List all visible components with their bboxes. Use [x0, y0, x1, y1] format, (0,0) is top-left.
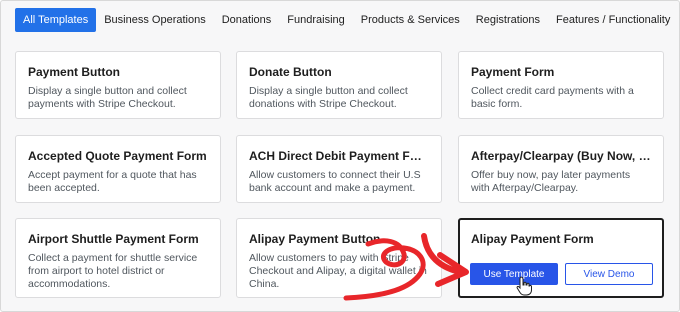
tab-features-functionality[interactable]: Features / Functionality: [548, 8, 678, 32]
card-title: Payment Button: [28, 65, 121, 79]
template-card-payment-form[interactable]: Payment Form Collect credit card payment…: [458, 51, 664, 119]
template-card-accepted-quote[interactable]: Accepted Quote Payment Form Accept payme…: [15, 135, 221, 203]
category-tabs: All Templates Business Operations Donati…: [15, 8, 678, 32]
tab-business-operations[interactable]: Business Operations: [96, 8, 214, 32]
card-title: Accepted Quote Payment Form: [28, 149, 207, 163]
card-description: Display a single button and collect paym…: [28, 85, 187, 110]
template-card-donate-button[interactable]: Donate Button Display a single button an…: [236, 51, 442, 119]
template-card-alipay-button[interactable]: Alipay Payment Button Allow customers to…: [236, 218, 442, 298]
tab-donations[interactable]: Donations: [214, 8, 280, 32]
card-title: Airport Shuttle Payment Form: [28, 232, 199, 246]
card-description: Collect credit card payments with a basi…: [471, 85, 634, 110]
template-card-payment-button[interactable]: Payment Button Display a single button a…: [15, 51, 221, 119]
card-description: Allow customers to connect their U.S ban…: [249, 169, 421, 194]
tab-registrations[interactable]: Registrations: [468, 8, 548, 32]
card-description: Allow customers to pay with Stripe Check…: [249, 252, 427, 290]
tab-all-templates[interactable]: All Templates: [15, 8, 97, 32]
card-title: Afterpay/Clearpay (Buy Now, Pay L...: [471, 149, 651, 163]
template-browser: All Templates Business Operations Donati…: [0, 0, 680, 312]
tab-products-services[interactable]: Products & Services: [353, 8, 468, 32]
card-description: Display a single button and collect dona…: [249, 85, 408, 110]
card-title: Alipay Payment Form: [471, 232, 594, 246]
hand-cursor-icon: [516, 276, 532, 296]
template-card-airport-shuttle[interactable]: Airport Shuttle Payment Form Collect a p…: [15, 218, 221, 298]
view-demo-button[interactable]: View Demo: [565, 263, 653, 285]
template-card-ach-direct-debit[interactable]: ACH Direct Debit Payment Form Allow cust…: [236, 135, 442, 203]
card-title: Alipay Payment Button: [249, 232, 381, 246]
template-card-alipay-form[interactable]: Alipay Payment Form Use Template View De…: [458, 218, 664, 298]
template-card-afterpay-clearpay[interactable]: Afterpay/Clearpay (Buy Now, Pay L... Off…: [458, 135, 664, 203]
use-template-button[interactable]: Use Template: [470, 263, 558, 285]
card-title: ACH Direct Debit Payment Form: [249, 149, 429, 163]
card-description: Offer buy now, pay later payments with A…: [471, 169, 631, 194]
tab-fundraising[interactable]: Fundraising: [279, 8, 352, 32]
card-title: Payment Form: [471, 65, 555, 79]
card-description: Accept payment for a quote that has been…: [28, 169, 197, 194]
card-description: Collect a payment for shuttle service fr…: [28, 252, 198, 290]
card-title: Donate Button: [249, 65, 332, 79]
